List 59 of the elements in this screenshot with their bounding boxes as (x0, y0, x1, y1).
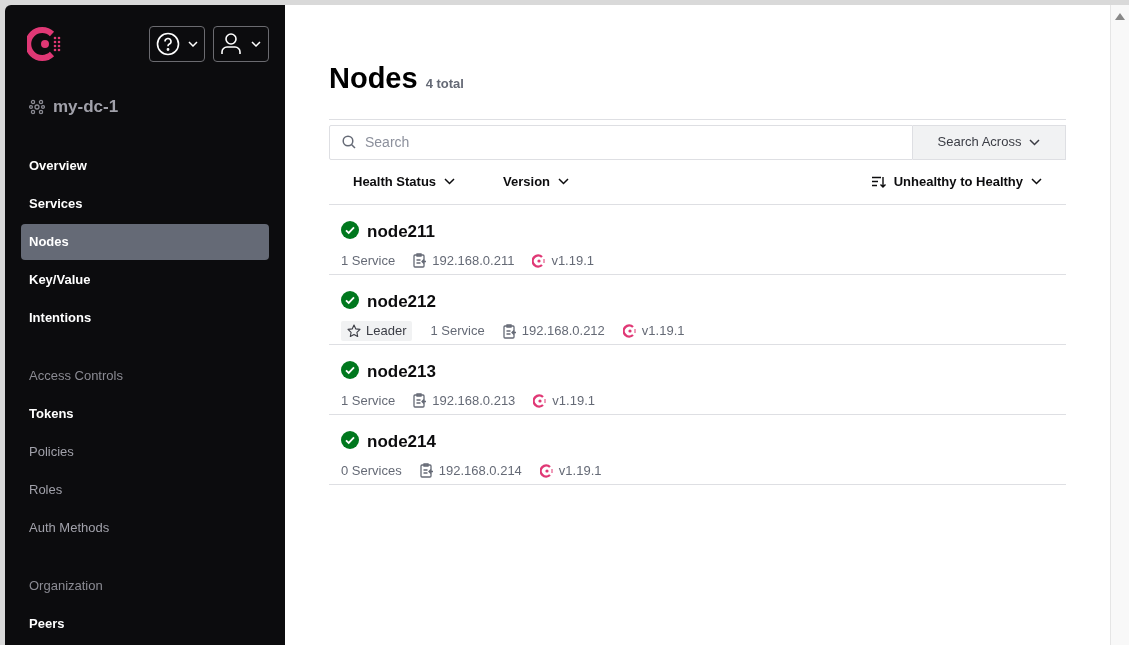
clipboard-icon (413, 393, 428, 409)
chevron-down-icon (251, 41, 261, 47)
chevron-down-icon (1031, 178, 1042, 185)
sidebar-item[interactable]: Services (21, 185, 269, 222)
clipboard-icon (413, 253, 428, 269)
logo-icon[interactable] (27, 26, 63, 62)
help-menu-button[interactable] (149, 26, 205, 62)
datacenter-name[interactable]: my-dc-1 (53, 94, 119, 120)
node-address: 192.168.0.213 (432, 392, 516, 410)
sidebar-item[interactable]: Peers (21, 605, 269, 642)
clipboard-icon (502, 323, 517, 339)
node-version: v1.19.1 (641, 322, 685, 341)
chevron-down-icon (444, 178, 456, 185)
sidebar-item[interactable]: Tokens (21, 395, 269, 432)
cluster-icon (29, 98, 45, 115)
sidebar-item[interactable]: Key/Value (21, 261, 269, 298)
consul-logo-icon (532, 253, 547, 268)
consul-logo-icon (539, 463, 554, 478)
sidebar-item[interactable]: Nodes (21, 223, 269, 260)
scrollbar[interactable] (1110, 5, 1129, 645)
service-count: 1 Service (341, 252, 396, 270)
chevron-down-icon (558, 178, 570, 185)
sidebar-section-heading: Organization (28, 576, 104, 595)
node-version: v1.19.1 (558, 462, 602, 480)
node-version: v1.19.1 (551, 252, 595, 270)
search-icon (342, 134, 356, 149)
filter-dropdown[interactable]: Version (503, 171, 570, 192)
node-address: 192.168.0.212 (521, 322, 605, 341)
chevron-down-icon (1029, 138, 1041, 146)
node-version: v1.19.1 (552, 392, 595, 410)
total-count: 4 total (425, 75, 464, 93)
service-count: 0 Services (341, 462, 402, 480)
user-menu-button[interactable] (213, 26, 269, 62)
help-icon (156, 32, 180, 56)
node-name[interactable]: node214 (367, 428, 436, 454)
scroll-up-arrow-icon[interactable] (1115, 13, 1125, 20)
search-field[interactable]: Search (329, 124, 913, 160)
chevron-down-icon (188, 41, 198, 47)
sort-icon (871, 175, 886, 188)
node-address: 192.168.0.214 (438, 462, 522, 480)
service-count: 1 Service (430, 322, 485, 341)
node-name[interactable]: node213 (367, 358, 436, 384)
consul-logo-icon (622, 324, 637, 338)
sort-button[interactable]: Unhealthy to Healthy (871, 171, 1042, 192)
sidebar-item[interactable]: Intentions (21, 299, 269, 336)
consul-logo-icon (533, 393, 548, 408)
filter-dropdown[interactable]: Health Status (353, 171, 456, 192)
node-name[interactable]: node212 (367, 288, 436, 314)
sidebar-item[interactable]: Overview (21, 147, 269, 184)
page-title: Nodes (329, 61, 418, 96)
clipboard-icon (419, 463, 434, 479)
service-count: 1 Service (341, 392, 396, 410)
node-name[interactable]: node211 (367, 218, 436, 244)
user-icon (221, 33, 241, 55)
sidebar-section-heading: Access Controls (28, 366, 124, 385)
star-icon (347, 324, 361, 338)
search-across-button[interactable]: Search Across (913, 124, 1066, 160)
node-address: 192.168.0.211 (432, 252, 515, 270)
leader-badge: Leader (341, 321, 413, 341)
